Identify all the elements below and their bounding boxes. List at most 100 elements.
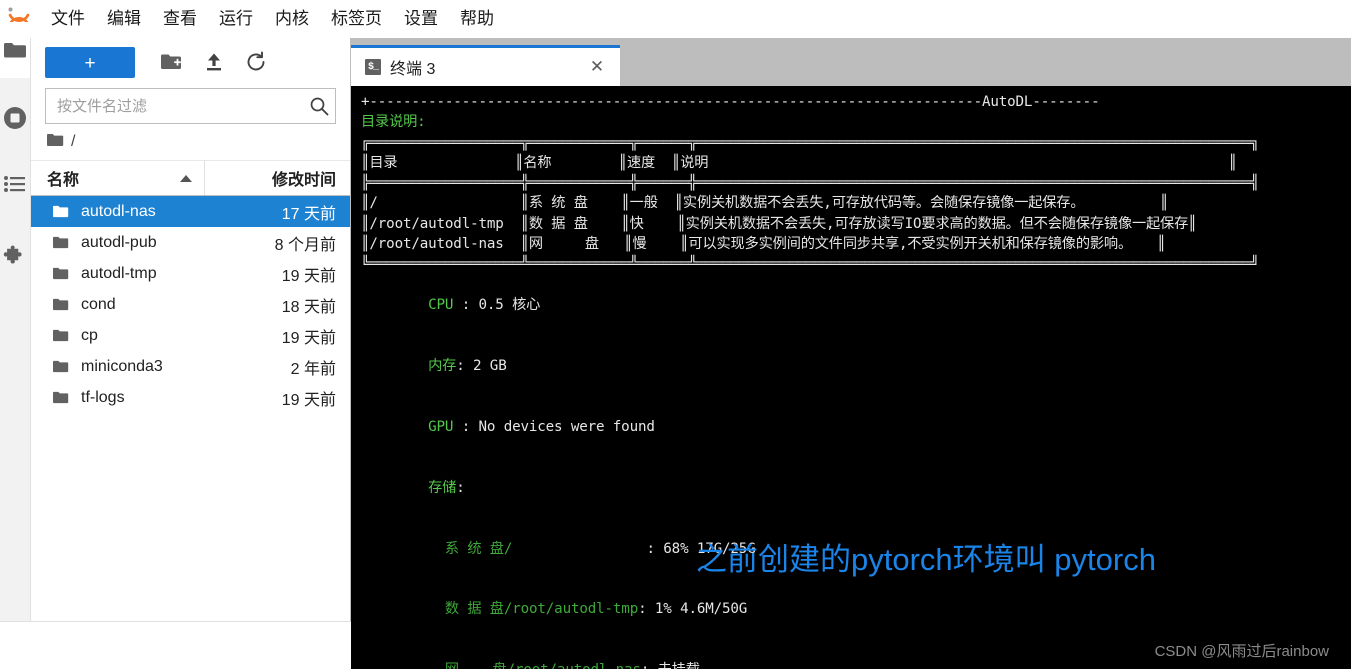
gpu-value: No devices were found bbox=[478, 418, 655, 435]
storage-label: 存储 bbox=[428, 479, 457, 496]
disk-nas-path: /root/autodl-nas bbox=[507, 662, 641, 669]
terminal-panel[interactable]: +---------------------------------------… bbox=[351, 86, 1351, 669]
memory-label: 内存 bbox=[428, 357, 457, 374]
terminal-mem-line: 内存: 2 GB bbox=[361, 336, 1351, 397]
menu-item-kernel[interactable]: 内核 bbox=[264, 5, 320, 33]
terminal-table-bottom: ╚══════════════════╩════════════╩══════╩… bbox=[361, 256, 1259, 273]
file-name: miniconda3 bbox=[81, 357, 163, 375]
refresh-icon bbox=[245, 51, 267, 73]
memory-sep: : bbox=[456, 357, 474, 374]
sidebar-item-commands[interactable] bbox=[0, 162, 30, 206]
tab-terminal-3[interactable]: $_ 终端 3 ✕ bbox=[351, 45, 620, 86]
file-name: autodl-tmp bbox=[81, 264, 157, 282]
storage-sep: : bbox=[456, 479, 465, 496]
menu-item-help[interactable]: 帮助 bbox=[449, 5, 505, 33]
terminal-table-row: ║/root/autodl-tmp ║数 据 盘 ║快 ║实例关机数据不会丢失,… bbox=[361, 215, 1197, 232]
disk-data-path: /root/autodl-tmp bbox=[503, 601, 639, 618]
sidebar-bottom-strip bbox=[0, 621, 351, 669]
folder-icon bbox=[52, 360, 69, 373]
search-input[interactable] bbox=[46, 96, 303, 116]
terminal-dir-heading: 目录说明: bbox=[361, 114, 426, 131]
file-modified: 19 天前 bbox=[281, 267, 336, 285]
folder-icon bbox=[52, 267, 69, 280]
file-name: autodl-pub bbox=[81, 233, 157, 251]
list-item[interactable]: autodl-pub 8 个月前 bbox=[31, 227, 350, 258]
terminal-disk-data-line: 数 据 盘/root/autodl-tmp: 1% 4.6M/50G bbox=[361, 579, 1351, 640]
list-icon bbox=[4, 175, 26, 193]
file-modified: 17 天前 bbox=[281, 205, 336, 223]
folder-icon bbox=[52, 329, 69, 342]
menu-items: 文件 编辑 查看 运行 内核 标签页 设置 帮助 bbox=[40, 5, 505, 33]
menu-item-edit[interactable]: 编辑 bbox=[96, 5, 152, 33]
list-item[interactable]: tf-logs 19 天前 bbox=[31, 382, 350, 413]
folder-icon bbox=[52, 205, 69, 218]
terminal-table-divider: ╠══════════════════╬════════════╬══════╬… bbox=[361, 175, 1259, 192]
column-header-name[interactable]: 名称 bbox=[31, 161, 205, 195]
terminal-banner-top: +---------------------------------------… bbox=[361, 94, 1100, 110]
jupyterlab-window: 文件 编辑 查看 运行 内核 标签页 设置 帮助 + 按文件名过滤 / 名称 修… bbox=[0, 0, 1351, 669]
new-launcher-button[interactable]: + bbox=[45, 46, 135, 78]
list-item[interactable]: cond 18 天前 bbox=[31, 289, 350, 320]
terminal-cpu-line: CPU : 0.5 核心 bbox=[361, 275, 1351, 336]
column-header-name-label: 名称 bbox=[47, 172, 80, 189]
file-name: autodl-nas bbox=[81, 202, 156, 220]
refresh-button[interactable] bbox=[235, 46, 277, 78]
file-name: cond bbox=[81, 295, 116, 313]
menu-item-tabs[interactable]: 标签页 bbox=[320, 5, 393, 33]
file-modified: 19 天前 bbox=[281, 391, 336, 409]
gpu-sep: : bbox=[461, 418, 479, 435]
new-folder-button[interactable] bbox=[151, 46, 193, 78]
list-item[interactable]: miniconda3 2 年前 bbox=[31, 351, 350, 382]
upload-icon bbox=[204, 52, 224, 72]
disk-nas-sep: : bbox=[641, 662, 658, 669]
file-modified: 2 年前 bbox=[290, 360, 336, 378]
upload-button[interactable] bbox=[193, 46, 235, 78]
terminal-output: +---------------------------------------… bbox=[351, 86, 1351, 669]
file-modified: 8 个月前 bbox=[274, 236, 336, 254]
terminal-table-header: ║目录 ║名称 ║速度 ║说明 ║ bbox=[361, 154, 1237, 171]
sidebar-item-extensions[interactable] bbox=[0, 234, 30, 278]
folder-icon bbox=[52, 298, 69, 311]
column-header-modified[interactable]: 修改时间 bbox=[205, 166, 350, 190]
menu-item-run[interactable]: 运行 bbox=[208, 5, 264, 33]
terminal-icon: $_ bbox=[365, 59, 381, 75]
menu-item-settings[interactable]: 设置 bbox=[393, 5, 449, 33]
folder-icon bbox=[52, 391, 69, 404]
terminal-table-row: ║/root/autodl-nas ║网 盘 ║慢 ║可以实现多实例间的文件同步… bbox=[361, 236, 1166, 253]
disk-system-sep: : bbox=[646, 540, 664, 557]
cpu-label: CPU bbox=[428, 296, 462, 313]
close-icon[interactable]: ✕ bbox=[587, 57, 607, 77]
tab-title: 终端 3 bbox=[390, 61, 436, 78]
file-list-header: 名称 修改时间 bbox=[31, 161, 350, 196]
terminal-gpu-line: GPU : No devices were found bbox=[361, 396, 1351, 457]
disk-system-pad bbox=[512, 541, 646, 557]
menu-item-file[interactable]: 文件 bbox=[40, 5, 96, 33]
file-browser-toolbar: + bbox=[31, 38, 350, 86]
cpu-sep: : bbox=[461, 296, 479, 313]
sidebar-item-file-browser[interactable] bbox=[0, 22, 30, 78]
disk-system-label: 系 统 盘/ bbox=[428, 540, 513, 557]
breadcrumb[interactable]: / bbox=[31, 124, 350, 161]
breadcrumb-path[interactable]: / bbox=[71, 133, 75, 151]
memory-value: 2 GB bbox=[473, 357, 507, 374]
watermark: CSDN @风雨过后rainbow bbox=[1154, 643, 1329, 660]
folder-icon bbox=[52, 236, 69, 249]
file-name: cp bbox=[81, 326, 98, 344]
menu-item-view[interactable]: 查看 bbox=[152, 5, 208, 33]
folder-icon bbox=[46, 133, 64, 152]
sidebar-item-running[interactable] bbox=[0, 96, 30, 140]
disk-data-label: 数 据 盘 bbox=[428, 601, 504, 618]
file-list: autodl-nas 17 天前 autodl-pub 8 个月前 autodl… bbox=[31, 196, 350, 413]
annotation-text: 之前创建的pytorch环境叫 pytorch bbox=[696, 542, 1156, 577]
filter-box[interactable] bbox=[45, 88, 336, 124]
file-modified: 18 天前 bbox=[281, 298, 336, 316]
cpu-value: 0.5 核心 bbox=[478, 296, 541, 313]
file-browser-panel: + 按文件名过滤 / 名称 修改时间 autodl-nas 17 天前 auto… bbox=[31, 38, 351, 669]
search-icon bbox=[303, 96, 335, 116]
list-item[interactable]: cp 19 天前 bbox=[31, 320, 350, 351]
list-item[interactable]: autodl-nas 17 天前 bbox=[31, 196, 350, 227]
list-item[interactable]: autodl-tmp 19 天前 bbox=[31, 258, 350, 289]
menu-bar: 文件 编辑 查看 运行 内核 标签页 设置 帮助 bbox=[0, 0, 1351, 39]
terminal-table-row: ║/ ║系 统 盘 ║一般 ║实例关机数据不会丢失,可存放代码等。会随保存镜像一… bbox=[361, 195, 1169, 212]
disk-data-value: 1% 4.6M/50G bbox=[654, 601, 748, 618]
